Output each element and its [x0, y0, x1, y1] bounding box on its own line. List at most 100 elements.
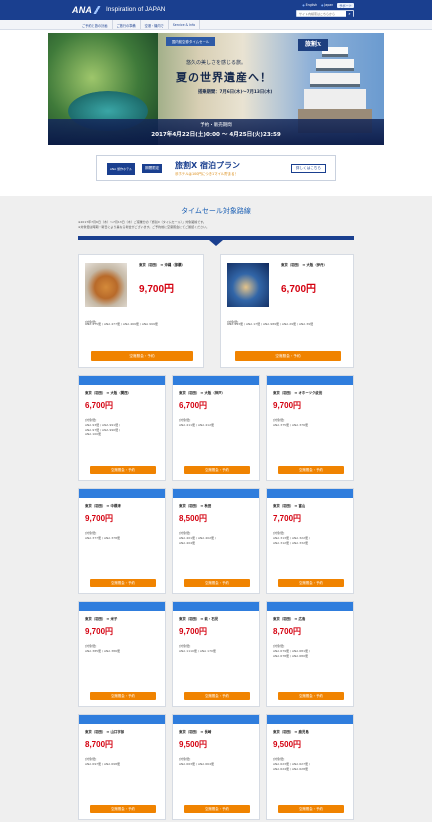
flight-label: [対象便]	[179, 644, 191, 648]
search-book-button[interactable]: 空席照会・予約	[90, 805, 156, 813]
flight-label: [対象便]	[179, 757, 191, 761]
flight-line: ANA 624便 / ANA 628便	[273, 766, 308, 771]
flight-line: ANA 312便 / ANA 332便	[273, 540, 308, 545]
featured-card-osaka-itami: 東京（羽田） ⇔ 大阪（伊丹） 6,700円 [対象便] ANA 993便 / …	[220, 254, 354, 368]
card-header-bar	[267, 715, 353, 724]
card-header-bar	[173, 602, 259, 611]
search-book-button[interactable]: 空席照会・予約	[90, 692, 156, 700]
search-book-button[interactable]: 空席照会・予約	[184, 805, 250, 813]
flight-list: ANA 375便 / ANA 376便	[267, 422, 353, 428]
hotel-promo-banner[interactable]: ANA 旅作ホテル 期間限定 旅割X 宿泊プラン ＠ホテルは100円につき1マイ…	[96, 155, 336, 181]
route-card: 東京（羽田） ⇔ 大阪（関西） 6,700円 [対象便] ANA 93便 / ANA …	[78, 375, 166, 481]
card-header-bar	[267, 602, 353, 611]
flight-list: ANA 411便 / ANA 412便	[173, 422, 259, 428]
hero-banner[interactable]: 国内航空券タイムセール 旅割X 悠久の美しさを感じる旅。 夏の世界遺産へ！ 搭乗…	[48, 33, 384, 145]
search-book-button[interactable]: 空席照会・予約	[278, 692, 344, 700]
route-price: 6,700円	[281, 284, 317, 295]
route-name: 東京（羽田） ⇔ 沖縄（那覇）	[139, 263, 185, 267]
route-price: 9,700円	[85, 627, 114, 636]
search-input[interactable]	[297, 11, 346, 16]
route-card: 東京（羽田） ⇔ オホーツク紋別 9,700円 [対象便] ANA 375便 / AN…	[266, 375, 354, 481]
flight-list: ANA 401便 / ANA 402便 / ANA 404便	[173, 535, 259, 545]
route-price: 9,500円	[179, 740, 208, 749]
flight-list: ANA 475便 / ANA 477便 / ANA 469便 / ANA 999…	[85, 322, 158, 326]
flight-list: ANA 377便 / ANA 378便	[79, 535, 165, 541]
flight-list: ANA 623便 / ANA 627便 / ANA 624便 / ANA 628便	[267, 761, 353, 771]
flight-label: [対象便]	[179, 418, 191, 422]
route-price: 6,700円	[85, 401, 114, 410]
flight-list: ANA 1110便 / ANA 170便	[173, 648, 259, 654]
flight-line: ANA 1110便 / ANA 170便	[179, 649, 216, 653]
search-book-button[interactable]: 空席照会・予約	[91, 351, 193, 361]
route-card: 東京（羽田） ⇔ 秋田 8,500円 [対象便] ANA 401便 / ANA 402…	[172, 488, 260, 594]
flight-list: ANA 93便 / ANA 991便 / ANA 97便 / ANA 990便 /…	[79, 422, 165, 437]
route-price: 8,700円	[273, 627, 302, 636]
ana-hotel-logo: ANA 旅作ホテル	[107, 163, 135, 175]
global-nav: ご予約と旅の計画 ご旅行の準備 空港・機内で Service & Info	[0, 20, 432, 30]
flight-line: ANA 385便 / ANA 386便	[85, 649, 120, 653]
search-book-button[interactable]: 空席照会・予約	[278, 805, 344, 813]
route-photo-okinawa	[85, 263, 127, 307]
hero-catchcopy: 夏の世界遺産へ！	[176, 71, 272, 84]
search-book-button[interactable]: 空席照会・予約	[90, 466, 156, 474]
flight-label: [対象便]	[179, 531, 191, 535]
link-support[interactable]: サポート	[337, 3, 354, 8]
search-book-button[interactable]: 空席照会・予約	[278, 466, 344, 474]
route-price: 9,700円	[85, 514, 114, 523]
flight-label: [対象便]	[85, 531, 97, 535]
route-name: 東京（羽田） ⇔ 大阪（関西）	[85, 391, 131, 395]
hero-subtitle: 悠久の美しさを感じる旅。	[186, 60, 247, 66]
search-book-button[interactable]: 空席照会・予約	[184, 579, 250, 587]
sale-label: 予約・販売期間	[200, 123, 232, 128]
flight-label: [対象便]	[273, 531, 285, 535]
search-book-button[interactable]: 空席照会・予約	[278, 579, 344, 587]
search-book-button[interactable]: 空席照会・予約	[184, 466, 250, 474]
card-header-bar	[173, 715, 259, 724]
card-header-bar	[79, 376, 165, 385]
ana-mark-icon	[93, 6, 102, 14]
route-card: 東京（羽田） ⇔ 広島 8,700円 [対象便] ANA 679便 / ANA 681…	[266, 601, 354, 707]
route-card: 東京（羽田） ⇔ 山口宇部 8,700円 [対象便] ANA 697便 / ANA 6…	[78, 714, 166, 820]
flight-label: [対象便]	[85, 644, 97, 648]
route-name: 東京（羽田） ⇔ 鹿児島	[273, 730, 309, 734]
section-title: タイムセール対象路線	[181, 207, 251, 215]
flight-label: [対象便]	[273, 757, 285, 761]
hero-tag: 国内航空券タイムセール	[166, 37, 216, 46]
flight-line: ANA 100便	[85, 432, 102, 437]
route-name: 東京（羽田） ⇔ 広島	[273, 617, 306, 621]
flight-list: ANA 993便 / ANA 17便 / ANA 989便 / ANA 29便 …	[227, 322, 314, 326]
sale-period-band: 予約・販売期間 2017年4月22日(土)0:00 〜 4月25日(火)23:5…	[48, 119, 384, 145]
nav-item-airport[interactable]: 空港・機内で	[141, 20, 169, 29]
route-name: 東京（羽田） ⇔ 大阪（伊丹）	[281, 263, 327, 267]
search-book-button[interactable]: 空席照会・予約	[90, 579, 156, 587]
route-price: 6,700円	[179, 401, 208, 410]
search-book-button[interactable]: 空席照会・予約	[184, 692, 250, 700]
flight-list: ANA 385便 / ANA 386便	[79, 648, 165, 654]
sale-period: 2017年4月22日(土)0:00 〜 4月25日(火)23:59	[151, 132, 281, 138]
flight-line: ANA 404便	[179, 540, 196, 545]
search-icon[interactable]: ⌕	[346, 10, 353, 17]
route-name: 東京（羽田） ⇔ オホーツク紋別	[273, 391, 323, 395]
route-price: 8,700円	[85, 740, 114, 749]
promo-plan-sub: ＠ホテルは100円につき1マイル貯まる！	[175, 172, 238, 176]
route-name: 東京（羽田） ⇔ 富山	[273, 504, 306, 508]
route-photo-osaka	[227, 263, 269, 307]
ana-logo[interactable]: ANA	[72, 5, 102, 15]
flight-label: [対象便]	[85, 757, 97, 761]
route-price: 9,700円	[179, 627, 208, 636]
card-header-bar	[173, 489, 259, 498]
featured-card-okinawa: 東京（羽田） ⇔ 沖縄（那覇） 9,700円 [対象便] ANA 475便 / …	[78, 254, 204, 368]
route-name: 東京（羽田） ⇔ 米子	[85, 617, 118, 621]
link-english[interactable]: English	[302, 3, 318, 8]
route-name: 東京（羽田） ⇔ 大阪（神戸）	[179, 391, 225, 395]
site-title[interactable]: Inspiration of JAPAN	[106, 6, 166, 13]
search-book-button[interactable]: 空席照会・予約	[235, 351, 341, 361]
link-japan[interactable]: Japan	[321, 3, 333, 8]
route-price: 9,700円	[139, 284, 175, 295]
nav-item-preparation[interactable]: ご旅行の準備	[113, 20, 141, 29]
nav-item-service-info[interactable]: Service & Info	[169, 20, 201, 29]
promo-more-button[interactable]: 詳しくはこちら	[290, 164, 326, 173]
top-header: ANA Inspiration of JAPAN English Japan サ…	[0, 0, 432, 20]
flight-line: ANA 411便 / ANA 412便	[179, 423, 214, 427]
nav-item-reservation[interactable]: ご予約と旅の計画	[78, 20, 113, 29]
